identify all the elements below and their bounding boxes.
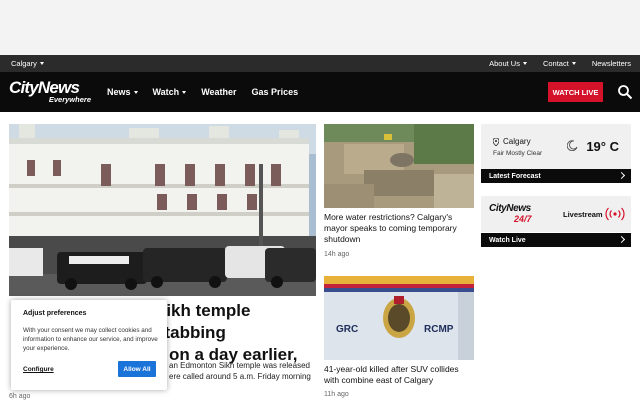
hero-article-time: 6h ago [9, 393, 31, 400]
main-navbar: CityNews Everywhere News Watch Weather G… [0, 72, 640, 112]
weather-condition: Fair Mostly Clear [493, 150, 543, 157]
chevron-right-icon [617, 235, 626, 244]
article-image-water-restrictions[interactable] [324, 124, 474, 208]
chevron-down-icon [133, 90, 138, 94]
contact-link[interactable]: Contact [543, 59, 576, 68]
nav-item-watch[interactable]: Watch [153, 87, 187, 97]
article-time: 11h ago [324, 391, 349, 398]
top-utility-bar: Calgary About Us Contact Newsletters [0, 55, 640, 72]
hero-article-image[interactable] [9, 124, 316, 296]
about-us-link[interactable]: About Us [489, 59, 527, 68]
broadcast-icon [605, 207, 625, 221]
weather-location: Calgary [503, 137, 531, 146]
article-image-suv-combine[interactable]: GRC RCMP [324, 276, 474, 360]
location-pin-icon [493, 137, 499, 146]
chevron-down-icon [182, 90, 187, 94]
allow-all-button[interactable]: Allow All [118, 361, 156, 377]
nav-item-weather[interactable]: Weather [201, 87, 236, 97]
moon-icon [567, 140, 578, 151]
chevron-down-icon [522, 62, 527, 65]
nav-item-gas-prices[interactable]: Gas Prices [252, 87, 299, 97]
cookie-consent-dialog: Adjust preferences With your consent we … [11, 300, 167, 390]
search-icon[interactable] [617, 84, 633, 100]
chevron-down-icon [571, 62, 576, 65]
primary-nav: News Watch Weather Gas Prices [107, 87, 298, 97]
weather-widget[interactable]: Calgary Fair Mostly Clear 19° C [481, 124, 631, 169]
city-selector[interactable]: Calgary [11, 59, 44, 68]
cookie-dialog-body: With your consent we may collect cookies… [23, 327, 158, 352]
nav-item-news[interactable]: News [107, 87, 138, 97]
livestream-label: Livestream [563, 210, 603, 219]
configure-link[interactable]: Configure [23, 366, 54, 373]
chevron-down-icon [39, 62, 44, 65]
watch-live-link[interactable]: Watch Live [481, 233, 631, 247]
city-selector-label: Calgary [11, 59, 37, 68]
livestream-widget[interactable]: CityNews 24/7 Livestream [481, 196, 631, 232]
image-text-rcmp: RCMP [424, 324, 454, 335]
newsletters-link[interactable]: Newsletters [592, 59, 631, 68]
citynews-logo[interactable]: CityNews Everywhere [9, 79, 93, 107]
article-title-suv-combine[interactable]: 41-year-old killed after SUV collides wi… [324, 364, 476, 386]
weather-temperature: 19° C [586, 139, 619, 154]
article-title-water-restrictions[interactable]: More water restrictions? Calgary's mayor… [324, 212, 476, 245]
watch-live-button[interactable]: WATCH LIVE [548, 82, 603, 102]
ad-space [0, 0, 640, 55]
article-time: 14h ago [324, 251, 350, 258]
citynews-247-logo: CityNews [489, 203, 531, 214]
latest-forecast-link[interactable]: Latest Forecast [481, 169, 631, 183]
chevron-right-icon [617, 171, 626, 180]
cookie-dialog-title: Adjust preferences [23, 310, 87, 317]
image-text-grc: GRC [336, 324, 358, 335]
